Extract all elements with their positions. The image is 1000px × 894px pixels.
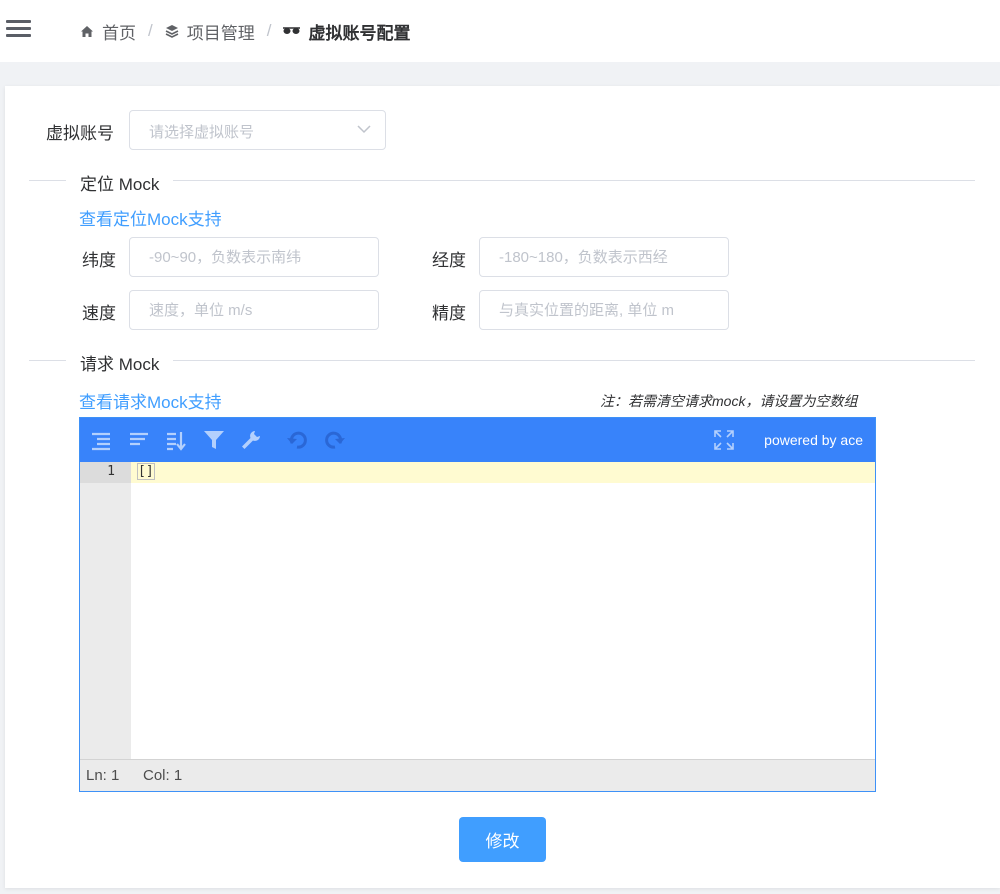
fullscreen-icon[interactable] <box>713 429 735 451</box>
editor-gutter: 1 <box>80 462 131 759</box>
redo-icon[interactable] <box>324 429 346 451</box>
account-select[interactable]: 请选择虚拟账号 <box>129 110 386 150</box>
breadcrumb: 首页 / 项目管理 / 虚拟账号配置 <box>80 18 410 44</box>
editor-code: [] <box>137 463 155 480</box>
sort-icon[interactable] <box>165 429 187 451</box>
chevron-down-icon <box>357 125 371 134</box>
breadcrumb-item-current: 虚拟账号配置 <box>283 19 410 44</box>
breadcrumb-label-home: 首页 <box>102 23 136 43</box>
undo-icon[interactable] <box>286 429 308 451</box>
hamburger-menu-icon[interactable] <box>6 20 31 40</box>
speed-label: 速度 <box>82 304 116 323</box>
layers-icon <box>165 25 179 38</box>
longitude-input[interactable] <box>479 237 729 277</box>
top-navbar: 首页 / 项目管理 / 虚拟账号配置 <box>0 0 1000 62</box>
request-section-title: 请求 Mock <box>66 350 174 375</box>
request-note: 注：若需清空请求mock，请设置为空数组 <box>600 393 858 409</box>
longitude-label: 经度 <box>432 251 466 270</box>
editor-content[interactable]: [] <box>131 462 875 759</box>
account-select-placeholder: 请选择虚拟账号 <box>149 124 255 141</box>
powered-by-ace-link[interactable]: powered by ace <box>764 432 863 448</box>
status-col: Col: 1 <box>143 767 183 784</box>
active-line-highlight <box>131 462 875 483</box>
gutter-active-line <box>80 462 131 483</box>
glasses-icon <box>283 27 301 34</box>
account-label: 虚拟账号 <box>46 124 114 143</box>
latitude-input[interactable] <box>129 237 379 277</box>
accuracy-input[interactable] <box>479 290 729 330</box>
format-icon[interactable] <box>90 429 112 451</box>
submit-button[interactable]: 修改 <box>459 817 546 862</box>
code-text: [] <box>137 463 155 480</box>
breadcrumb-separator: / <box>148 21 153 40</box>
location-section-title: 定位 Mock <box>66 170 174 195</box>
location-mock-link[interactable]: 查看定位Mock支持 <box>79 205 222 230</box>
line-number: 1 <box>107 464 115 479</box>
speed-input[interactable] <box>129 290 379 330</box>
home-icon <box>81 25 93 37</box>
editor-toolbar: powered by ace <box>80 418 875 462</box>
accuracy-label: 精度 <box>432 304 466 323</box>
json-editor: powered by ace 1 [] Ln: 1 Col: 1 <box>79 417 876 792</box>
filter-icon[interactable] <box>203 429 225 451</box>
request-mock-link[interactable]: 查看请求Mock支持 <box>79 388 222 413</box>
breadcrumb-item-home[interactable]: 首页 <box>80 19 136 44</box>
breadcrumb-separator: / <box>266 21 272 40</box>
breadcrumb-label-current: 虚拟账号配置 <box>308 23 411 43</box>
editor-statusbar: Ln: 1 Col: 1 <box>80 759 875 791</box>
compact-icon[interactable] <box>128 429 150 451</box>
status-line: Ln: 1 <box>86 767 120 784</box>
breadcrumb-label-project: 项目管理 <box>186 23 255 43</box>
latitude-label: 纬度 <box>82 251 116 270</box>
wrench-icon[interactable] <box>240 429 262 451</box>
breadcrumb-item-project[interactable]: 项目管理 <box>165 19 255 44</box>
